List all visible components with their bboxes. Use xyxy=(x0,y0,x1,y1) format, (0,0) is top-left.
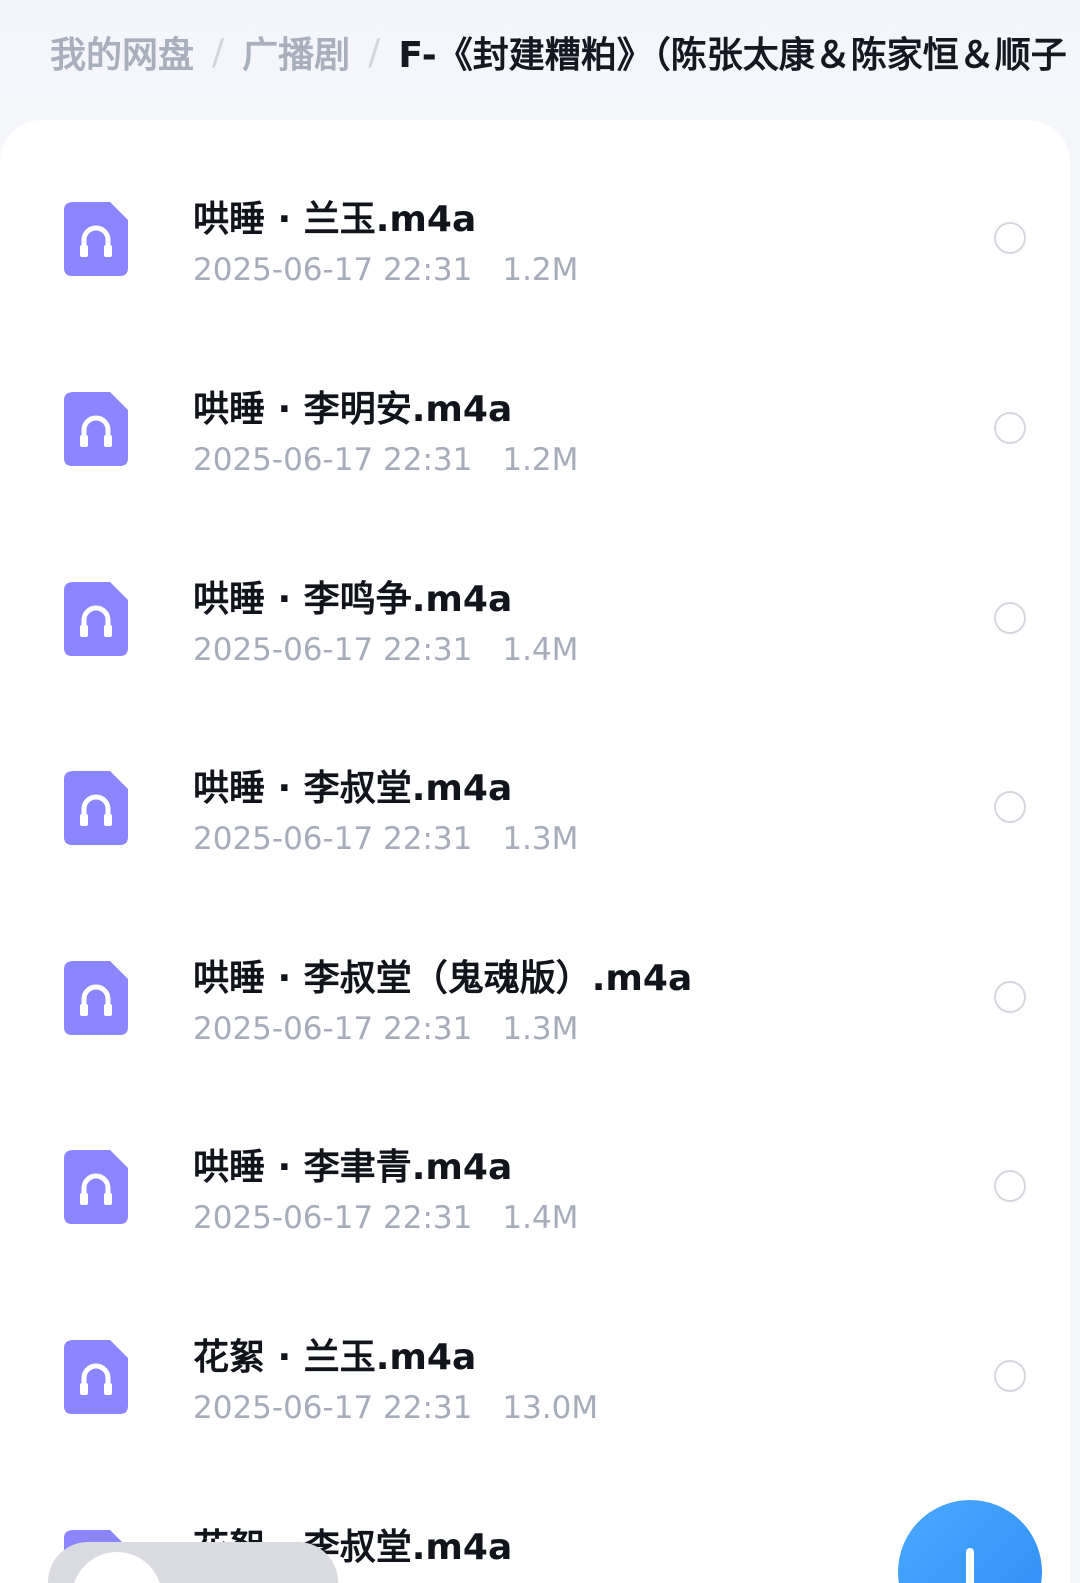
file-date: 2025-06-17 22:31 xyxy=(193,442,473,478)
select-radio[interactable] xyxy=(994,981,1026,1013)
file-size: 1.4M xyxy=(502,1200,579,1236)
file-date: 2025-06-17 22:31 xyxy=(193,1390,473,1426)
toggle-knob xyxy=(72,1552,162,1583)
audio-file-icon xyxy=(64,961,128,1035)
plus-icon xyxy=(966,1548,974,1583)
file-date: 2025-06-17 22:31 xyxy=(193,1200,473,1236)
file-name: 哄睡 · 兰玉.m4a xyxy=(193,199,477,240)
select-radio[interactable] xyxy=(994,1170,1026,1202)
breadcrumb-item-radio-drama[interactable]: 广播剧 xyxy=(242,26,350,78)
file-meta: 2025-06-17 22:31 13.0M xyxy=(193,1390,598,1426)
file-row[interactable]: 花絮 · 兰玉.m4a 2025-06-17 22:31 13.0M xyxy=(0,1282,1070,1472)
file-name: 哄睡 · 李叔堂（鬼魂版）.m4a xyxy=(193,958,693,999)
file-name: 哄睡 · 李叔堂.m4a xyxy=(193,768,513,809)
breadcrumb-item-my-drive[interactable]: 我的网盘 xyxy=(50,26,194,78)
audio-file-icon xyxy=(64,1150,128,1224)
file-size: 1.3M xyxy=(502,821,579,857)
file-size: 1.2M xyxy=(502,442,579,478)
audio-file-icon xyxy=(64,1340,128,1414)
file-meta: 2025-06-17 22:31 1.3M xyxy=(193,821,578,857)
audio-file-icon xyxy=(64,582,128,656)
bottom-toggle-bar[interactable] xyxy=(48,1542,338,1583)
file-row[interactable]: 哄睡 · 李叔堂.m4a 2025-06-17 22:31 1.3M xyxy=(0,713,1070,903)
file-size: 1.2M xyxy=(502,252,579,288)
breadcrumb-separator: / xyxy=(368,31,381,73)
file-meta: 2025-06-17 22:31 1.4M xyxy=(193,632,578,668)
audio-file-icon xyxy=(64,771,128,845)
file-date: 2025-06-17 22:31 xyxy=(193,821,473,857)
file-date: 2025-06-17 22:31 xyxy=(193,1011,473,1047)
file-name: 花絮 · 兰玉.m4a xyxy=(193,1337,477,1378)
file-row[interactable]: 哄睡 · 李鸣争.m4a 2025-06-17 22:31 1.4M xyxy=(0,524,1070,714)
file-date: 2025-06-17 22:31 xyxy=(193,252,473,288)
file-name: 哄睡 · 李聿青.m4a xyxy=(193,1147,513,1188)
file-meta: 2025-06-17 22:31 1.3M xyxy=(193,1011,578,1047)
breadcrumb: 我的网盘 / 广播剧 / F-《封建糟粕》（陈张太康＆陈家恒＆顺子 xyxy=(50,22,1080,82)
audio-file-icon xyxy=(64,392,128,466)
file-meta: 2025-06-17 22:31 1.2M xyxy=(193,252,578,288)
file-row[interactable]: 哄睡 · 李聿青.m4a 2025-06-17 22:31 1.4M xyxy=(0,1092,1070,1282)
select-radio[interactable] xyxy=(994,222,1026,254)
select-radio[interactable] xyxy=(994,412,1026,444)
select-radio[interactable] xyxy=(994,602,1026,634)
file-size: 13.0M xyxy=(502,1390,599,1426)
file-date: 2025-06-17 22:31 xyxy=(193,632,473,668)
file-meta: 2025-06-17 22:31 1.2M xyxy=(193,442,578,478)
file-browser-page: 我的网盘 / 广播剧 / F-《封建糟粕》（陈张太康＆陈家恒＆顺子 哄睡 · 兰… xyxy=(0,0,1080,1583)
breadcrumb-current-folder: F-《封建糟粕》（陈张太康＆陈家恒＆顺子 xyxy=(398,35,1067,76)
select-radio[interactable] xyxy=(994,1360,1026,1392)
file-row[interactable]: 哄睡 · 李叔堂（鬼魂版）.m4a 2025-06-17 22:31 1.3M xyxy=(0,903,1070,1093)
audio-file-icon xyxy=(64,202,128,276)
file-size: 1.4M xyxy=(502,632,579,668)
file-size: 1.3M xyxy=(502,1011,579,1047)
file-meta: 2025-06-17 22:31 1.4M xyxy=(193,1200,578,1236)
file-row[interactable]: 哄睡 · 李明安.m4a 2025-06-17 22:31 1.2M xyxy=(0,334,1070,524)
file-list: 哄睡 · 兰玉.m4a 2025-06-17 22:31 1.2M 哄睡 · 李… xyxy=(0,120,1070,1583)
file-name: 哄睡 · 李鸣争.m4a xyxy=(193,579,513,620)
select-radio[interactable] xyxy=(994,791,1026,823)
breadcrumb-separator: / xyxy=(212,31,225,73)
file-row[interactable]: 哄睡 · 兰玉.m4a 2025-06-17 22:31 1.2M xyxy=(0,144,1070,334)
file-name: 哄睡 · 李明安.m4a xyxy=(193,389,513,430)
